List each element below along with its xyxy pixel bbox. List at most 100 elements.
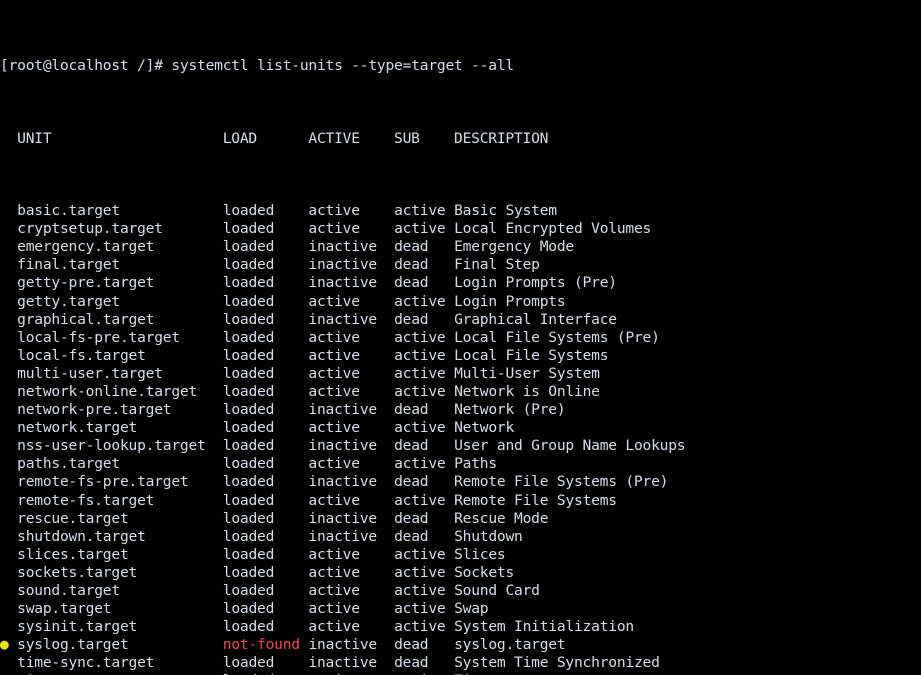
row-status-bullet-icon bbox=[0, 293, 9, 310]
cell-gap bbox=[274, 437, 308, 454]
cell-sub: active bbox=[394, 419, 446, 437]
cell-gap bbox=[377, 401, 394, 418]
table-row: time-sync.target loaded inactive dead Sy… bbox=[0, 654, 921, 672]
cell-gap bbox=[120, 202, 223, 219]
table-row: ● syslog.target not-found inactive dead … bbox=[0, 636, 921, 654]
table-header-row: UNIT LOAD ACTIVE SUB DESCRIPTION bbox=[0, 129, 549, 147]
cell-active: inactive bbox=[308, 256, 377, 274]
cell-description: Network (Pre) bbox=[454, 401, 566, 419]
cell-unit: cryptsetup.target bbox=[8, 220, 163, 238]
cell-gap bbox=[360, 202, 394, 219]
row-status-bullet-icon bbox=[0, 510, 9, 527]
cell-description: User and Group Name Lookups bbox=[454, 437, 686, 455]
cell-load: loaded bbox=[222, 328, 275, 346]
cell-unit: basic.target bbox=[8, 202, 120, 220]
cell-gap bbox=[154, 238, 223, 255]
cell-gap bbox=[446, 455, 455, 472]
table-row: graphical.target loaded inactive dead Gr… bbox=[0, 311, 921, 329]
table-row: remote-fs.target loaded active active Re… bbox=[0, 492, 921, 510]
cell-unit: paths.target bbox=[8, 455, 120, 473]
cell-gap bbox=[377, 636, 394, 653]
cell-load: loaded bbox=[222, 455, 275, 473]
cell-sub: dead bbox=[394, 238, 429, 256]
cell-gap bbox=[446, 419, 455, 436]
row-status-bullet-icon bbox=[0, 582, 9, 599]
cell-gap bbox=[274, 582, 308, 599]
table-row: getty.target loaded active active Login … bbox=[0, 293, 921, 311]
cell-gap bbox=[137, 618, 223, 635]
table-row: emergency.target loaded inactive dead Em… bbox=[0, 238, 921, 256]
row-status-bullet-icon bbox=[0, 311, 9, 328]
table-row: network-pre.target loaded inactive dead … bbox=[0, 401, 921, 419]
cell-gap bbox=[377, 510, 394, 527]
cell-sub: dead bbox=[394, 256, 429, 274]
cell-unit: local-fs-pre.target bbox=[8, 328, 180, 346]
row-status-bullet-icon bbox=[0, 329, 9, 346]
cell-gap bbox=[446, 293, 455, 310]
cell-gap bbox=[446, 492, 455, 509]
table-row: cryptsetup.target loaded active active L… bbox=[0, 220, 921, 238]
cell-description: Slices bbox=[454, 545, 506, 563]
row-status-bullet-icon bbox=[0, 600, 9, 617]
cell-active: inactive bbox=[308, 636, 377, 654]
cell-gap bbox=[129, 546, 223, 563]
cell-unit: getty.target bbox=[8, 292, 120, 310]
cell-description: Network bbox=[454, 419, 515, 437]
cell-sub: dead bbox=[394, 509, 429, 527]
shell-prompt: [root@localhost /]# bbox=[0, 57, 172, 75]
cell-gap bbox=[274, 528, 308, 545]
cell-gap bbox=[274, 220, 308, 237]
cell-load: loaded bbox=[222, 238, 275, 256]
cell-gap bbox=[171, 401, 222, 418]
cell-description: Multi-User System bbox=[454, 364, 600, 382]
cell-gap bbox=[360, 365, 394, 382]
cell-description: Emergency Mode bbox=[454, 238, 574, 256]
cell-active: active bbox=[308, 292, 360, 310]
cell-active: inactive bbox=[308, 238, 377, 256]
cell-unit: sound.target bbox=[8, 582, 120, 599]
cell-gap bbox=[154, 654, 223, 671]
cell-gap bbox=[274, 293, 308, 310]
cell-load: loaded bbox=[222, 527, 275, 545]
cell-description: Local Encrypted Volumes bbox=[454, 220, 652, 238]
cell-gap bbox=[428, 274, 454, 291]
cell-load: loaded bbox=[222, 364, 275, 382]
cell-gap bbox=[446, 329, 455, 346]
cell-load: loaded bbox=[222, 292, 275, 310]
cell-gap bbox=[446, 220, 455, 237]
cell-gap bbox=[163, 365, 223, 382]
cell-sub: active bbox=[394, 563, 446, 581]
cell-gap bbox=[446, 618, 455, 635]
cell-gap bbox=[154, 274, 223, 291]
cell-sub: active bbox=[394, 455, 446, 473]
cell-gap bbox=[360, 600, 394, 617]
cell-gap bbox=[274, 401, 308, 418]
cell-gap bbox=[146, 528, 223, 545]
cell-load: loaded bbox=[222, 654, 275, 672]
cell-unit: graphical.target bbox=[8, 310, 155, 328]
cell-unit: sockets.target bbox=[8, 563, 138, 581]
cell-gap bbox=[446, 383, 455, 400]
cell-load: loaded bbox=[222, 600, 275, 618]
cell-gap bbox=[274, 600, 308, 617]
table-row: sockets.target loaded active active Sock… bbox=[0, 564, 921, 582]
cell-load: loaded bbox=[222, 401, 275, 419]
cell-gap bbox=[137, 419, 223, 436]
cell-gap bbox=[446, 365, 455, 382]
cell-unit: network-pre.target bbox=[8, 401, 172, 419]
table-row: nss-user-lookup.target loaded inactive d… bbox=[0, 437, 921, 455]
cell-gap bbox=[428, 311, 454, 328]
terminal-screen[interactable]: [root@localhost /]# systemctl list-units… bbox=[0, 0, 921, 675]
cell-gap bbox=[428, 437, 454, 454]
cell-gap bbox=[274, 473, 308, 490]
cell-description: Local File Systems (Pre) bbox=[454, 328, 660, 346]
cell-gap bbox=[428, 473, 454, 490]
cell-load: loaded bbox=[222, 382, 275, 400]
cell-description: Sockets bbox=[454, 563, 515, 581]
cell-description: Remote File Systems bbox=[454, 491, 617, 509]
cell-unit: multi-user.target bbox=[8, 364, 163, 382]
cell-gap bbox=[446, 582, 455, 599]
cell-load: loaded bbox=[222, 202, 275, 220]
table-row: slices.target loaded active active Slice… bbox=[0, 546, 921, 564]
cell-gap bbox=[360, 329, 394, 346]
